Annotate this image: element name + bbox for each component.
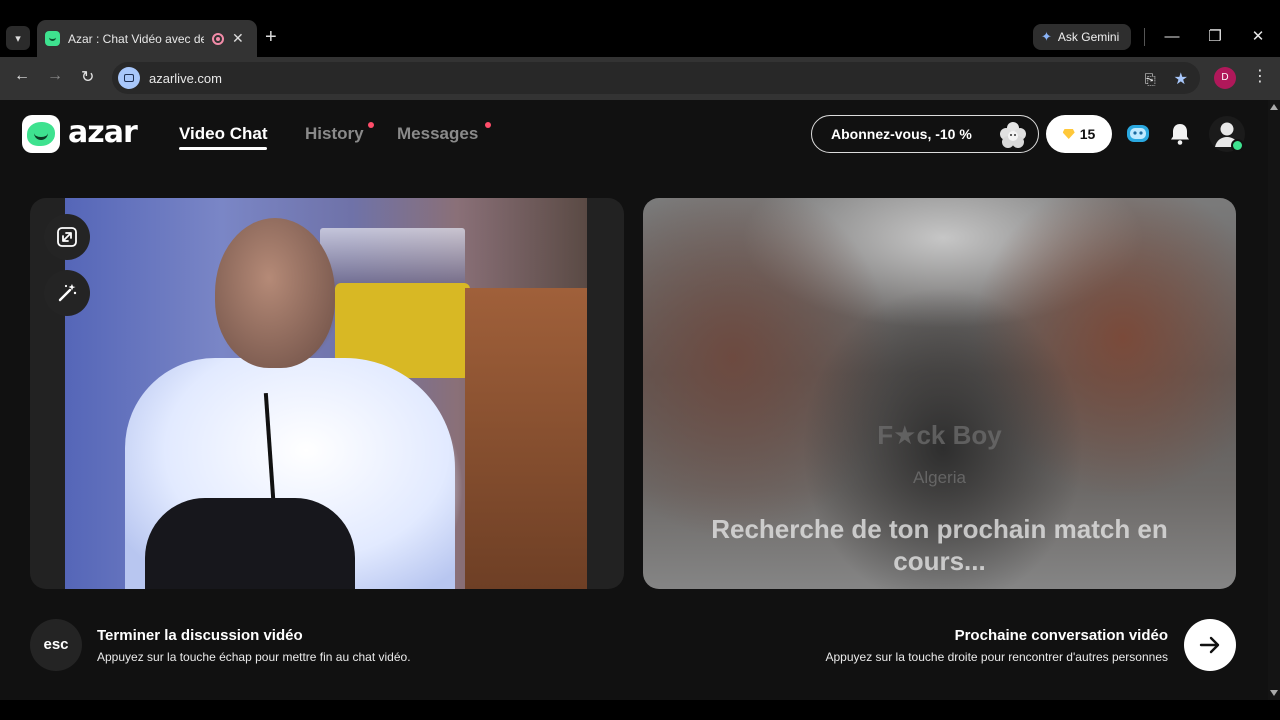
messages-notification-dot bbox=[485, 122, 491, 128]
install-app-icon[interactable]: ⎘ bbox=[1144, 71, 1155, 88]
next-chat-title: Prochaine conversation vidéo bbox=[954, 627, 1168, 644]
next-chat-subtitle: Appuyez sur la touche droite pour rencon… bbox=[825, 650, 1169, 664]
browser-profile-avatar[interactable]: D bbox=[1214, 67, 1236, 89]
ask-gemini-label: Ask Gemini bbox=[1057, 30, 1120, 44]
online-status-dot bbox=[1231, 139, 1244, 152]
forward-arrow-icon[interactable]: → bbox=[47, 67, 63, 85]
notifications-bell-icon[interactable] bbox=[1167, 121, 1193, 147]
page-scrollbar[interactable] bbox=[1268, 100, 1280, 700]
azar-logo-icon[interactable] bbox=[22, 115, 60, 153]
gems-balance-button[interactable]: 15 bbox=[1046, 115, 1112, 153]
browser-toolbar: ← → ↻ azarlive.com ⎘ ★ bbox=[0, 57, 1280, 100]
subscribe-promo-button[interactable]: Abonnez-vous, -10 % bbox=[811, 115, 1039, 153]
address-bar[interactable]: azarlive.com ⎘ ★ bbox=[112, 62, 1200, 94]
site-info-camera-icon[interactable] bbox=[118, 67, 140, 89]
window-close-button[interactable]: ✕ bbox=[1246, 26, 1270, 50]
expand-arrows-icon bbox=[57, 227, 77, 247]
gems-count: 15 bbox=[1079, 126, 1096, 142]
esc-end-chat-button[interactable]: esc bbox=[30, 619, 82, 671]
end-chat-title: Terminer la discussion vidéo bbox=[97, 627, 303, 644]
titlebar-divider bbox=[1144, 28, 1145, 46]
flower-mascot-icon bbox=[1000, 122, 1026, 148]
tab-title: Azar : Chat Vidéo avec de n bbox=[68, 31, 204, 46]
effects-magic-wand-button[interactable] bbox=[44, 270, 90, 316]
back-arrow-icon[interactable]: ← bbox=[14, 67, 30, 85]
end-chat-subtitle: Appuyez sur la touche échap pour mettre … bbox=[97, 650, 411, 664]
recording-indicator-icon bbox=[212, 32, 224, 45]
scroll-up-arrow-icon[interactable] bbox=[1270, 104, 1278, 110]
window-bottom-edge bbox=[0, 700, 1280, 720]
self-camera-feed bbox=[65, 198, 587, 589]
promo-label: Abonnez-vous, -10 % bbox=[831, 126, 972, 142]
ask-gemini-button[interactable]: ✦ Ask Gemini bbox=[1033, 24, 1132, 50]
azar-favicon-icon bbox=[45, 31, 60, 46]
nav-video-chat[interactable]: Video Chat bbox=[179, 124, 268, 150]
url-text: azarlive.com bbox=[149, 70, 222, 86]
partner-name-blurred: F★ck Boy bbox=[877, 420, 1002, 450]
history-notification-dot bbox=[368, 122, 374, 128]
magic-wand-icon bbox=[58, 284, 77, 302]
bookmark-star-icon[interactable]: ★ bbox=[1174, 69, 1188, 89]
arrow-right-icon bbox=[1199, 636, 1220, 654]
gemini-sparkle-icon: ✦ bbox=[1041, 29, 1052, 44]
next-chat-button[interactable] bbox=[1184, 619, 1236, 671]
scroll-down-arrow-icon[interactable] bbox=[1270, 690, 1278, 696]
searching-status-text: Recherche de ton prochain match en cours… bbox=[711, 514, 1168, 576]
self-video-panel bbox=[30, 198, 624, 589]
window-minimize-button[interactable]: — bbox=[1160, 26, 1184, 50]
tab-search-chevron-icon[interactable]: ▾ bbox=[6, 26, 30, 50]
azar-page: azar Video Chat History Messages Abonnez… bbox=[0, 100, 1268, 700]
browser-tabstrip: ▾ Azar : Chat Vidéo avec de n ✕ + ✦ Ask … bbox=[0, 0, 1280, 57]
reload-icon[interactable]: ↻ bbox=[81, 67, 94, 87]
browser-menu-kebab-icon[interactable]: ⋮ bbox=[1252, 66, 1268, 86]
window-restore-button[interactable]: ❐ bbox=[1203, 26, 1227, 50]
nav-history[interactable]: History bbox=[305, 124, 364, 144]
browser-tab-azar[interactable]: Azar : Chat Vidéo avec de n ✕ bbox=[37, 20, 257, 57]
tab-close-icon[interactable]: ✕ bbox=[232, 30, 244, 47]
expand-video-button[interactable] bbox=[44, 214, 90, 260]
partner-country-blurred: Algeria bbox=[913, 468, 966, 487]
nav-messages[interactable]: Messages bbox=[397, 124, 478, 144]
partner-video-panel: F★ck Boy Algeria Recherche de ton procha… bbox=[643, 198, 1236, 589]
azar-wordmark[interactable]: azar bbox=[68, 115, 138, 150]
shop-chat-bubble-icon[interactable] bbox=[1125, 121, 1151, 147]
gem-icon bbox=[1062, 129, 1075, 139]
new-tab-button[interactable]: + bbox=[265, 27, 277, 47]
